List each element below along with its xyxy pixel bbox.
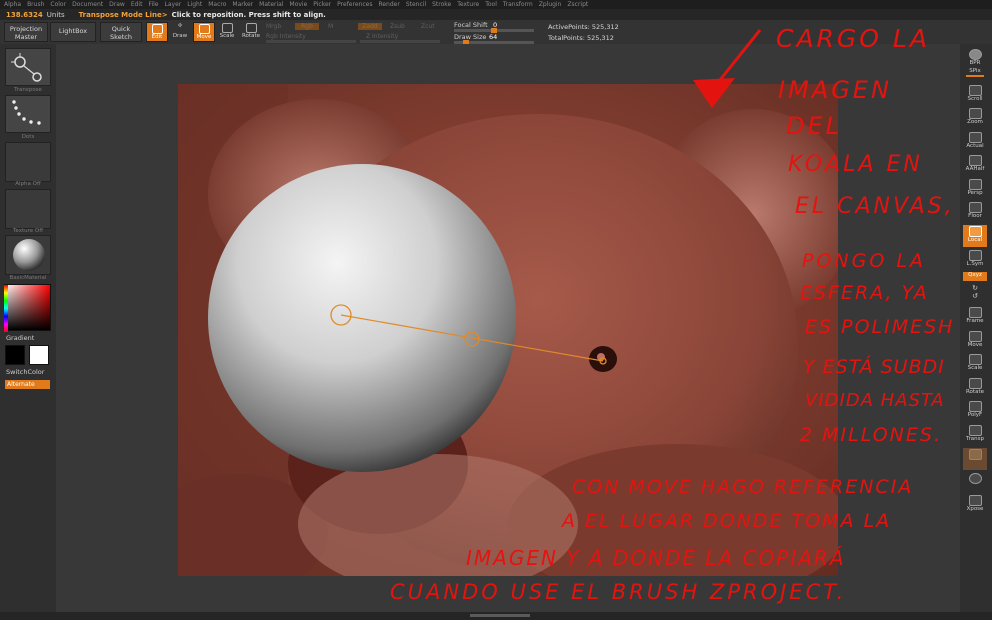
- solo-icon: [968, 473, 982, 484]
- scale-view-icon: [968, 354, 982, 365]
- annotation-arrow-head: [693, 78, 735, 108]
- qxyz-label: Qxyz: [968, 272, 982, 278]
- zoom-label: Zoom: [967, 119, 983, 125]
- lsym-button[interactable]: L.Sym: [963, 249, 987, 271]
- floor-label: Floor: [968, 213, 982, 219]
- polyf-label: PolyF: [967, 412, 983, 418]
- aahalf-button[interactable]: AAHalf: [963, 154, 987, 176]
- annotation-line: ESFERA, YA: [800, 282, 929, 304]
- actual-size-icon: [968, 132, 982, 143]
- zoom-button[interactable]: Zoom: [963, 107, 987, 129]
- annotation-line: ES POLIMESH: [805, 316, 955, 338]
- scroll-button[interactable]: Scroll: [963, 84, 987, 106]
- xpose-icon: [968, 495, 982, 506]
- local-icon: [968, 226, 982, 237]
- axis-y-icon: ↻: [972, 284, 978, 292]
- move-view-button[interactable]: Move: [963, 330, 987, 352]
- scale-label: Scale: [967, 365, 983, 371]
- spix-label: SPix: [969, 68, 981, 74]
- hand-icon: [968, 85, 982, 96]
- perspective-button[interactable]: Persp: [963, 178, 987, 200]
- xpose-button[interactable]: Xpose: [963, 494, 987, 516]
- annotation-line: CON MOVE HAGO REFERENCIA: [572, 476, 914, 498]
- bpr-button[interactable]: BPR: [963, 48, 987, 70]
- annotation-line: VIDIDA HASTA: [805, 390, 945, 411]
- annotation-line: IMAGEN: [778, 76, 892, 104]
- perspective-icon: [968, 179, 982, 190]
- rotate-view-icon: [968, 378, 982, 389]
- frame-label: Frame: [966, 318, 984, 324]
- floor-button[interactable]: Floor: [963, 201, 987, 223]
- zoom-icon: [968, 108, 982, 119]
- rotate-view-button[interactable]: Rotate: [963, 377, 987, 399]
- annotation-line: IMAGEN Y A DONDE LA COPIARÁ: [466, 546, 846, 570]
- bottom-tray-grip[interactable]: [470, 614, 530, 617]
- frame-button[interactable]: Frame: [963, 306, 987, 328]
- annotation-line: KOALA EN: [788, 152, 923, 177]
- annotation-line: CARGO LA: [776, 24, 930, 53]
- annotation-arrow-shaft: [718, 29, 762, 81]
- annotation-line: DEL: [786, 112, 843, 140]
- aahalf-icon: [968, 155, 982, 166]
- local-label: Local: [967, 237, 983, 243]
- actual-button[interactable]: Actual: [963, 131, 987, 153]
- bpr-label: BPR: [969, 60, 981, 66]
- actual-label: Actual: [966, 143, 984, 149]
- symmetry-icon: [968, 250, 982, 261]
- axis-z-icon: ↺: [972, 292, 978, 300]
- polyframe-icon: [968, 401, 982, 412]
- polymesh-sphere[interactable]: [208, 164, 516, 472]
- floor-grid-icon: [968, 202, 982, 213]
- scale-view-button[interactable]: Scale: [963, 353, 987, 375]
- move-hand-icon: [968, 331, 982, 342]
- solo-button[interactable]: [963, 472, 987, 494]
- qxyz-button[interactable]: Qxyz: [963, 272, 987, 281]
- right-shelf: BPR SPix Scroll Zoom Actual AAHalf Persp…: [960, 44, 992, 620]
- annotation-line: 2 MILLONES.: [800, 424, 942, 446]
- annotation-line: EL CANVAS,: [795, 194, 955, 219]
- frame-icon: [968, 307, 982, 318]
- ghost-icon: [968, 449, 982, 460]
- bpr-icon: [968, 49, 982, 60]
- annotation-line: Y ESTÁ SUBDI: [803, 356, 945, 378]
- polyf-button[interactable]: PolyF: [963, 400, 987, 422]
- annotation-line: PONGO LA: [802, 250, 926, 272]
- axis-toggles[interactable]: ↻ ↺: [963, 284, 987, 304]
- spix-slider[interactable]: SPix: [963, 68, 987, 80]
- rotate-label: Rotate: [965, 389, 984, 395]
- transp-label: Transp: [965, 436, 985, 442]
- scroll-label: Scroll: [967, 96, 983, 102]
- annotation-line: CUANDO USE EL BRUSH ZPROJECT.: [390, 580, 847, 604]
- aahalf-label: AAHalf: [965, 166, 985, 172]
- lsym-label: L.Sym: [966, 261, 984, 267]
- annotation-line: A EL LUGAR DONDE TOMA LA: [562, 510, 892, 532]
- move-label: Move: [967, 342, 983, 348]
- bottom-tray: [0, 612, 992, 620]
- transp-button[interactable]: Transp: [963, 424, 987, 446]
- local-button[interactable]: Local: [963, 225, 987, 247]
- xpose-label: Xpose: [966, 506, 984, 512]
- persp-label: Persp: [967, 190, 983, 196]
- ghost-button[interactable]: [963, 448, 987, 470]
- transparency-icon: [968, 425, 982, 436]
